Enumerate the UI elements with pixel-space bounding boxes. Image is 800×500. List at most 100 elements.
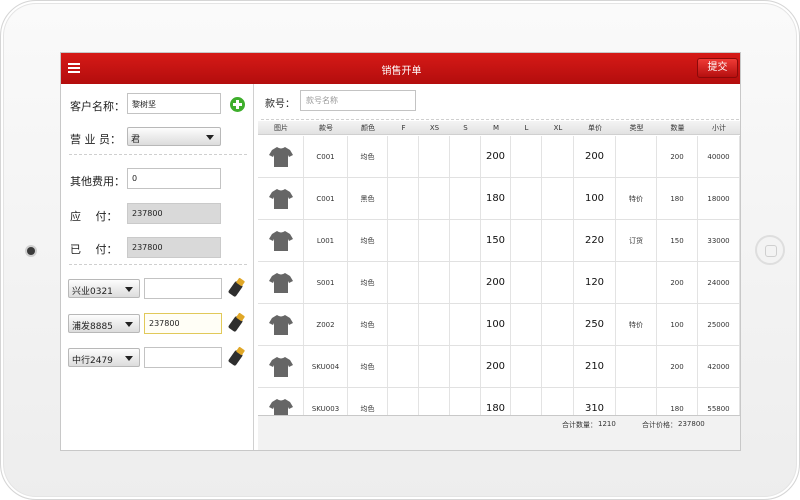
cell-col-color: 均色 [348,346,388,387]
total-qty-label: 合计数量： [562,421,597,429]
cell-col-xl[interactable] [542,220,574,261]
cell-col-f[interactable] [388,262,419,303]
order-form-panel: 客户名称： 黎树坚 营 业 员： 君 其他费用： 0 应 付： 237800 已… [61,84,254,450]
cell-col-f[interactable] [388,220,419,261]
cell-col-xl[interactable] [542,346,574,387]
total-price-label: 合计价格： [642,421,677,429]
card-swipe-icon[interactable] [227,346,246,367]
cell-col-l[interactable] [511,262,542,303]
cell-col-m[interactable]: 200 [481,262,511,303]
cell-col-f[interactable] [388,346,419,387]
tshirt-icon [268,356,293,377]
header-col-unit-price: 单价 [588,123,602,132]
cell-col-xs[interactable] [419,178,450,219]
table-row[interactable]: Z002 均色 100 250 特价 100 25000 [258,304,740,346]
divider [69,154,247,155]
salesperson-dropdown[interactable]: 君 [127,127,221,146]
cell-col-qty: 200 [657,136,698,177]
cell-col-f[interactable] [388,178,419,219]
bank-name: 中行2479 [72,356,113,366]
cell-col-xs[interactable] [419,262,450,303]
divider [261,119,739,120]
cell-col-style-code: C001 [304,178,348,219]
cell-col-xs[interactable] [419,136,450,177]
submit-button[interactable]: 提交 [697,58,738,78]
cell-col-s[interactable] [450,178,481,219]
payment-amount-input-2[interactable]: 237800 [144,313,222,334]
tshirt-icon [268,272,293,293]
cell-col-m[interactable]: 180 [481,178,511,219]
cell-col-color: 黑色 [348,178,388,219]
payment-amount-input-1[interactable] [144,278,222,299]
table-footer: 合计数量： 1210 合计价格： 237800 [258,415,740,450]
tshirt-icon [268,188,293,209]
cell-col-xs[interactable] [419,220,450,261]
table-row[interactable]: C001 黑色 180 100 特价 180 18000 [258,178,740,220]
cell-col-xs[interactable] [419,346,450,387]
cell-col-m[interactable]: 150 [481,220,511,261]
cell-col-type: 特价 [616,304,657,345]
cell-col-m[interactable]: 100 [481,304,511,345]
table-row[interactable]: S001 均色 200 120 200 24000 [258,262,740,304]
bank-dropdown-1[interactable]: 兴业0321 [68,279,140,298]
cell-col-l[interactable] [511,136,542,177]
header-col-type: 类型 [629,123,644,132]
cell-col-s[interactable] [450,220,481,261]
tshirt-icon [268,146,293,167]
divider [69,264,247,265]
cell-col-l[interactable] [511,220,542,261]
card-swipe-icon[interactable] [227,277,246,298]
cell-col-f[interactable] [388,304,419,345]
paid-label: 已 付： [70,243,118,256]
cell-col-l[interactable] [511,346,542,387]
header-col-s: S [463,123,468,132]
card-swipe-icon[interactable] [227,312,246,333]
header-col-xs: XS [429,123,440,132]
table-row[interactable]: C001 均色 200 200 200 40000 [258,136,740,178]
table-row[interactable]: L001 均色 150 220 订货 150 33000 [258,220,740,262]
other-fee-input[interactable]: 0 [127,168,221,189]
cell-col-l[interactable] [511,304,542,345]
cell-col-image [258,136,304,177]
cell-col-subtotal: 42000 [698,346,740,387]
cell-col-xl[interactable] [542,262,574,303]
tablet-frame: 销售开单 提交 客户名称： 黎树坚 营 业 员： 君 其他费用： 0 应 付： … [0,0,800,500]
cell-col-s[interactable] [450,304,481,345]
cell-col-subtotal: 33000 [698,220,740,261]
chevron-down-icon [125,322,133,327]
cell-col-unit-price: 210 [574,346,616,387]
table-row[interactable]: SKU004 均色 200 210 200 42000 [258,346,740,388]
payable-label: 应 付： [70,210,118,223]
table-header: 图片 款号 颜色 F XS S M L XL 单价 类型 数量 小计 [258,121,740,135]
cell-col-s[interactable] [450,346,481,387]
style-search-input[interactable] [300,90,416,111]
cell-col-xs[interactable] [419,304,450,345]
home-button[interactable] [755,235,785,265]
cell-col-xl[interactable] [542,136,574,177]
customer-input[interactable]: 黎树坚 [127,93,221,114]
camera-icon [27,247,35,255]
cell-col-s[interactable] [450,136,481,177]
other-fee-label: 其他费用： [70,175,125,188]
header-col-m: M [492,123,500,132]
chevron-down-icon [125,356,133,361]
header-col-style-code: 款号 [319,123,333,132]
header-col-subtotal: 小计 [712,123,726,132]
cell-col-xl[interactable] [542,178,574,219]
cell-col-f[interactable] [388,136,419,177]
cell-col-subtotal: 18000 [698,178,740,219]
bank-dropdown-3[interactable]: 中行2479 [68,348,140,367]
cell-col-image [258,346,304,387]
cell-col-s[interactable] [450,262,481,303]
add-customer-icon[interactable] [230,97,245,112]
chevron-down-icon [206,135,214,140]
cell-col-m[interactable]: 200 [481,346,511,387]
cell-col-m[interactable]: 200 [481,136,511,177]
cell-col-style-code: L001 [304,220,348,261]
total-price-value: 237800 [678,420,705,428]
cell-col-xl[interactable] [542,304,574,345]
cell-col-style-code: C001 [304,136,348,177]
payment-amount-input-3[interactable] [144,347,222,368]
cell-col-l[interactable] [511,178,542,219]
bank-dropdown-2[interactable]: 浦发8885 [68,314,140,333]
